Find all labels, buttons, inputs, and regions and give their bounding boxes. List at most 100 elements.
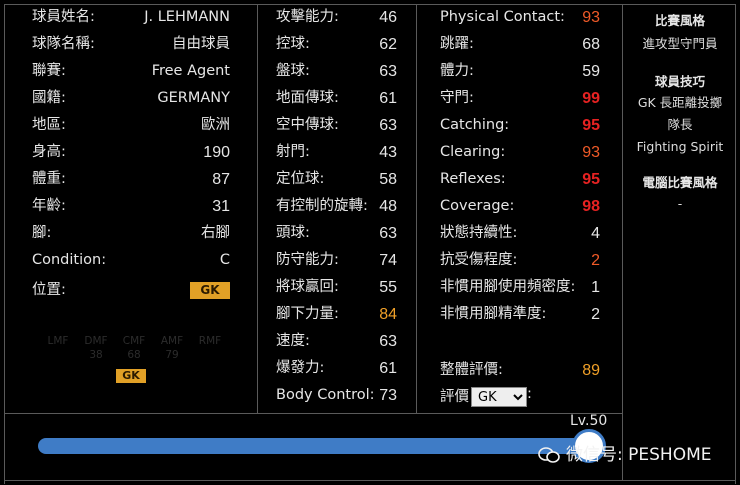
frame-left <box>4 4 5 484</box>
level-label: Lv.50 <box>570 413 608 429</box>
profile-label: 腳: <box>32 225 52 241</box>
attribute-label: 非慣用腳精準度: <box>440 306 547 322</box>
position-map-number: 68 <box>127 349 141 361</box>
position-map-number: 79 <box>165 349 179 361</box>
attribute-value: 46 <box>379 9 397 26</box>
profile-panel: 球員姓名: J. LEHMANN 球隊名稱: 自由球員 聯賽: Free Agent 國籍:… <box>32 4 230 274</box>
profile-value: Free Agent <box>151 63 230 79</box>
profile-row: 球隊名稱: 自由球員 <box>32 31 230 58</box>
position-map-cell: LMF <box>40 334 76 348</box>
position-map: LMF DMF 38 CMF 68 AMF 79 RMF <box>40 334 240 364</box>
attribute-row: 抗受傷程度: 2 <box>440 247 600 274</box>
attribute-label: 控球: <box>276 36 310 52</box>
attribute-value: 84 <box>379 306 397 323</box>
profile-label: 球隊名稱: <box>32 36 95 52</box>
position-badge: GK <box>190 282 230 299</box>
attribute-row: 守門: 99 <box>440 85 600 112</box>
attribute-label: 空中傳球: <box>276 117 339 133</box>
profile-row: 球員姓名: J. LEHMANN <box>32 4 230 31</box>
play-style-heading: 比賽風格 <box>654 13 705 28</box>
rating-label: 評價 <box>440 389 469 405</box>
profile-label: 球員姓名: <box>32 9 95 25</box>
level-bar[interactable] <box>38 438 598 454</box>
attribute-label: Clearing: <box>440 144 506 160</box>
attribute-value: 43 <box>379 144 397 161</box>
attribute-value: 2 <box>591 252 600 269</box>
attribute-row: Physical Contact: 93 <box>440 4 600 31</box>
rating-colon: : <box>527 386 532 402</box>
attribute-value: 99 <box>582 90 600 107</box>
attribute-row: 防守能力: 74 <box>276 247 397 274</box>
attribute-value: 63 <box>379 333 397 350</box>
attribute-label: 守門: <box>440 90 474 106</box>
attribute-row: 地面傳球: 61 <box>276 85 397 112</box>
divider-col2 <box>416 4 417 414</box>
profile-value: 右腳 <box>201 225 230 241</box>
rating-select[interactable]: GK <box>471 387 527 407</box>
attribute-row: 狀態持續性: 4 <box>440 220 600 247</box>
attribute-label: 抗受傷程度: <box>440 252 518 268</box>
profile-label: Condition: <box>32 252 107 268</box>
attribute-label: 有控制的旋轉: <box>276 198 368 214</box>
attribute-label: 體力: <box>440 63 474 79</box>
profile-value: 190 <box>203 144 230 161</box>
position-map-label: DMF <box>84 335 108 347</box>
attribute-value: 62 <box>379 36 397 53</box>
attribute-value: 63 <box>379 117 397 134</box>
position-map-cell: CMF 68 <box>116 334 152 362</box>
divider-col3 <box>622 4 623 480</box>
divider-bottom <box>4 413 622 414</box>
position-map-cell: RMF <box>192 334 228 348</box>
divider-col1 <box>257 4 258 414</box>
skills-heading: 球員技巧 <box>654 74 705 89</box>
attribute-label: 防守能力: <box>276 252 339 268</box>
attribute-label: 狀態持續性: <box>440 225 518 241</box>
attribute-row: 攻擊能力: 46 <box>276 4 397 31</box>
attribute-row: 非慣用腳精準度: 2 <box>440 301 600 328</box>
attribute-value: 98 <box>582 198 600 215</box>
play-style-value: 進攻型守門員 <box>642 36 718 51</box>
attribute-label: Coverage: <box>440 198 515 214</box>
overall-label: 整體評價: <box>440 362 503 378</box>
skill-item: Fighting Spirit <box>636 139 724 154</box>
rating-row: 評價 <box>440 384 470 411</box>
profile-value: 87 <box>212 171 230 188</box>
profile-value: 自由球員 <box>172 36 230 52</box>
attribute-row: 頭球: 63 <box>276 220 397 247</box>
position-map-gk-badge: GK <box>116 369 146 383</box>
position-map-number: 38 <box>89 349 103 361</box>
attribute-row: Body Control: 73 <box>276 382 397 409</box>
attribute-row: Clearing: 93 <box>440 139 600 166</box>
frame-bottom <box>4 480 736 481</box>
attribute-label: 速度: <box>276 333 310 349</box>
attribute-row: 腳下力量: 84 <box>276 301 397 328</box>
ai-style-heading: 電腦比賽風格 <box>642 175 718 190</box>
attribute-value: 73 <box>379 387 397 404</box>
attribute-value: 55 <box>379 279 397 296</box>
attributes-right-panel: Physical Contact: 93 跳躍: 68 體力: 59 守門: 99 Catchi… <box>440 4 600 328</box>
attribute-label: Body Control: <box>276 387 375 403</box>
attribute-label: 攻擊能力: <box>276 9 339 25</box>
profile-label: 聯賽: <box>32 63 66 79</box>
attribute-label: 腳下力量: <box>276 306 339 322</box>
attribute-value: 68 <box>582 36 600 53</box>
profile-label: 體重: <box>32 171 66 187</box>
attribute-label: 射門: <box>276 144 310 160</box>
attribute-value: 93 <box>582 9 600 26</box>
attribute-label: Physical Contact: <box>440 9 565 25</box>
attribute-row: 速度: 63 <box>276 328 397 355</box>
profile-value: GERMANY <box>157 90 230 106</box>
attribute-value: 61 <box>379 360 397 377</box>
position-label: 位置: <box>32 282 66 298</box>
attribute-value: 61 <box>379 90 397 107</box>
attribute-row: 爆發力: 61 <box>276 355 397 382</box>
position-map-label: LMF <box>47 335 69 347</box>
position-map-label: RMF <box>198 335 222 347</box>
attribute-row: 體力: 59 <box>440 58 600 85</box>
attribute-row: 有控制的旋轉: 48 <box>276 193 397 220</box>
attribute-value: 74 <box>379 252 397 269</box>
attribute-label: 盤球: <box>276 63 310 79</box>
attribute-label: 跳躍: <box>440 36 474 52</box>
skill-item: 隊長 <box>667 117 693 132</box>
profile-label: 地區: <box>32 117 66 133</box>
